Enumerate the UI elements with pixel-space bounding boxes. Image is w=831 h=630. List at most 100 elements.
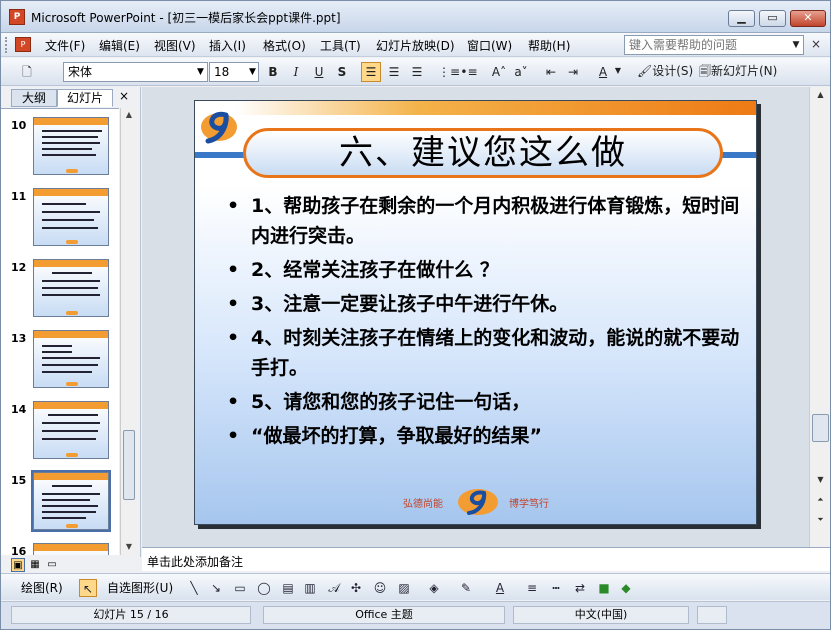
powerpoint-app-icon[interactable]: P (9, 9, 25, 25)
menu-window[interactable]: 窗口(W) (467, 37, 512, 54)
font-color-icon[interactable]: A (491, 579, 509, 597)
menu-edit[interactable]: 编辑(E) (99, 37, 140, 54)
align-right-icon[interactable]: ☰ (407, 62, 427, 82)
new-document-icon[interactable]: 🗋 (17, 62, 37, 82)
chevron-down-icon[interactable]: ▼ (789, 36, 803, 54)
slide-preview[interactable] (33, 330, 109, 388)
slide-thumbnail[interactable]: 11 (1, 186, 119, 257)
scroll-up-icon[interactable]: ▲ (121, 108, 137, 122)
dash-style-icon[interactable]: ┅ (547, 579, 565, 597)
slide-preview[interactable] (33, 117, 109, 175)
slide-thumbnail[interactable]: 13 (1, 328, 119, 399)
slide-thumbnail-selected[interactable]: 15 (1, 470, 119, 541)
menu-help[interactable]: 帮助(H) (528, 37, 570, 54)
menu-slideshow[interactable]: 幻灯片放映(D) (376, 37, 455, 54)
slide-thumbnail[interactable]: 12 (1, 257, 119, 328)
rectangle-tool-icon[interactable]: ▭ (231, 579, 249, 597)
bullet-text: 1、帮助孩子在剩余的一个月内积极进行体育锻炼，短时间内进行突击。 (251, 195, 740, 247)
design-button[interactable]: 🖌设计(S) (637, 62, 695, 82)
previous-slide-icon[interactable]: ⏶ (812, 492, 829, 507)
close-icon[interactable]: × (119, 89, 129, 103)
slide-sorter-icon[interactable]: ▦ (28, 558, 42, 572)
slide-thumbnail[interactable]: 14 (1, 399, 119, 470)
slideshow-view-icon[interactable]: ▭ (45, 558, 59, 572)
oval-tool-icon[interactable]: ◯ (255, 579, 273, 597)
font-name-combobox[interactable]: 宋体 (63, 62, 208, 82)
increase-indent-icon[interactable]: ⇥ (563, 62, 583, 82)
line-color-icon[interactable]: ✎ (457, 579, 475, 597)
vertical-text-box-icon[interactable]: ▥ (301, 579, 319, 597)
document-icon[interactable]: P (15, 37, 31, 52)
underline-button[interactable]: U (309, 62, 329, 82)
maximize-button[interactable]: ▭ (759, 10, 786, 27)
next-slide-icon[interactable]: ⏷ (812, 512, 829, 527)
insert-picture-icon[interactable]: ▨ (395, 579, 413, 597)
slide-scrollbar[interactable]: ▲ ▼ ⏶ ⏷ (809, 87, 830, 547)
tab-slides[interactable]: 幻灯片 (57, 89, 113, 107)
minimize-icon: ▁ (737, 11, 746, 24)
help-search-input[interactable] (624, 35, 804, 55)
numbered-list-icon[interactable]: ⋮≡ (437, 62, 460, 82)
draw-menu-button[interactable]: 绘图(R) (21, 579, 63, 597)
autoshapes-menu-button[interactable]: 自选图形(U) (107, 579, 173, 597)
shadow-button[interactable]: S (332, 62, 352, 82)
bullet-list[interactable]: • 1、帮助孩子在剩余的一个月内积极进行体育锻炼，短时间内进行突击。 • 2、经常关… (223, 191, 743, 455)
document-close-icon[interactable]: × (811, 37, 821, 51)
list-item: • 3、注意一定要让孩子中午进行午休。 (227, 293, 569, 315)
close-button[interactable]: ✕ (790, 10, 826, 27)
scroll-up-icon[interactable]: ▲ (812, 87, 829, 102)
3d-style-icon[interactable]: ◆ (617, 579, 635, 597)
wordart-icon[interactable]: 𝒜 (325, 579, 343, 597)
normal-view-icon[interactable]: ▣ (11, 558, 25, 572)
notes-pane[interactable]: 单击此处添加备注 (142, 547, 830, 571)
bold-button[interactable]: B (263, 62, 283, 82)
align-center-icon[interactable]: ☰ (384, 62, 404, 82)
font-color-button[interactable]: A (593, 62, 613, 82)
menu-format[interactable]: 格式(O) (263, 37, 306, 54)
scroll-down-icon[interactable]: ▼ (812, 472, 829, 487)
slide-number: 13 (11, 332, 27, 345)
menu-file[interactable]: 文件(F) (45, 37, 85, 54)
slides-pane: 大纲 幻灯片 × 10 11 12 13 14 15 16 ▲ ▼ (1, 87, 141, 557)
decrease-font-icon[interactable]: a˅ (511, 62, 531, 82)
clip-art-icon[interactable]: ☺ (371, 579, 389, 597)
select-pointer-icon[interactable]: ↖ (79, 579, 97, 597)
slide-preview[interactable] (33, 259, 109, 317)
fill-color-icon[interactable]: ◈ (425, 579, 443, 597)
bulleted-list-icon[interactable]: •≡ (459, 62, 479, 82)
line-style-icon[interactable]: ≡ (523, 579, 541, 597)
decrease-indent-icon[interactable]: ⇤ (541, 62, 561, 82)
new-slide-button[interactable]: 🗐新幻灯片(N) (699, 62, 791, 82)
slide-title[interactable]: 六、建议您这么做 (243, 128, 723, 178)
slide-preview[interactable] (33, 401, 109, 459)
increase-font-icon[interactable]: A˄ (489, 62, 509, 82)
slide-thumbnail[interactable]: 16 (1, 541, 119, 555)
menu-view[interactable]: 视图(V) (154, 37, 196, 54)
chevron-down-icon[interactable]: ▼ (246, 63, 259, 81)
slide-thumbnail[interactable]: 10 (1, 115, 119, 186)
scrollbar-thumb[interactable] (123, 430, 135, 500)
slide-preview[interactable] (33, 543, 109, 555)
diagram-icon[interactable]: ✣ (347, 579, 365, 597)
slide-preview[interactable] (33, 188, 109, 246)
current-slide[interactable]: 六、建议您这么做 • 1、帮助孩子在剩余的一个月内积极进行体育锻炼，短时间内进行突… (194, 100, 757, 525)
align-left-icon[interactable]: ☰ (361, 62, 381, 82)
italic-button[interactable]: I (286, 62, 306, 82)
tab-outline[interactable]: 大纲 (11, 89, 57, 107)
toolbar-grip-icon[interactable] (5, 37, 9, 53)
minimize-button[interactable]: ▁ (728, 10, 755, 27)
arrow-tool-icon[interactable]: ↘ (207, 579, 225, 597)
scrollbar-thumb[interactable] (812, 414, 829, 442)
scroll-down-icon[interactable]: ▼ (121, 540, 137, 554)
chevron-down-icon[interactable]: ▼ (613, 62, 623, 82)
chevron-down-icon[interactable]: ▼ (194, 63, 207, 81)
shadow-style-icon[interactable]: ■ (595, 579, 613, 597)
arrow-style-icon[interactable]: ⇄ (571, 579, 589, 597)
bullet-text: 4、时刻关注孩子在情绪上的变化和波动，能说的就不要动手打。 (251, 327, 740, 379)
thumbnail-scrollbar[interactable]: ▲ ▼ (120, 108, 137, 555)
text-box-icon[interactable]: ▤ (279, 579, 297, 597)
menu-insert[interactable]: 插入(I) (209, 37, 246, 54)
slide-preview[interactable] (31, 470, 111, 532)
line-tool-icon[interactable]: ╲ (185, 579, 203, 597)
menu-tools[interactable]: 工具(T) (320, 37, 361, 54)
